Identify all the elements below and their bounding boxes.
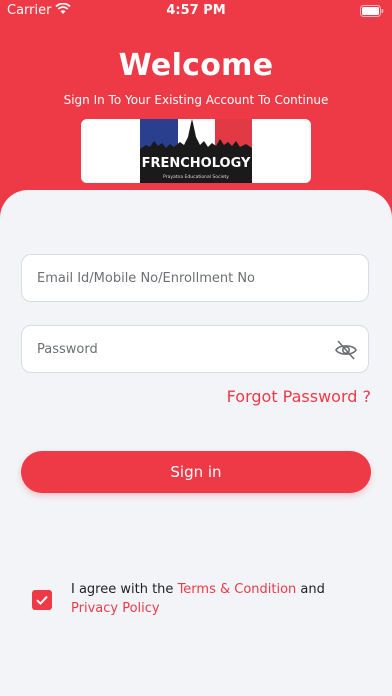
battery-icon <box>360 5 384 17</box>
password-input[interactable] <box>22 326 337 372</box>
agree-checkbox[interactable] <box>32 590 52 610</box>
email-input[interactable] <box>22 255 337 301</box>
frenchology-logo: FRENCHOLOGY Prayatna Educational Society <box>140 119 252 183</box>
agreement-prefix: I agree with the <box>71 582 178 597</box>
checkmark-icon <box>36 595 48 606</box>
eye-slash-icon[interactable] <box>334 338 358 362</box>
clock: 4:57 PM <box>166 3 226 18</box>
agreement-text: I agree with the Terms & Condition and P… <box>71 580 371 618</box>
signin-button[interactable]: Sign in <box>21 451 371 493</box>
logo-wordmark: FRENCHOLOGY <box>142 156 251 171</box>
privacy-link[interactable]: Privacy Policy <box>71 601 160 616</box>
password-field <box>21 325 369 373</box>
page-subtitle: Sign In To Your Existing Account To Cont… <box>63 93 329 107</box>
status-bar: Carrier 4:57 PM <box>0 0 392 22</box>
logo-card: FRENCHOLOGY Prayatna Educational Society <box>81 119 311 183</box>
email-field <box>21 254 369 302</box>
page-title: Welcome <box>118 48 274 83</box>
agreement-middle: and <box>296 582 325 597</box>
logo-tagline: Prayatna Educational Society <box>163 174 229 180</box>
forgot-password-link[interactable]: Forgot Password ? <box>227 387 371 406</box>
terms-link[interactable]: Terms & Condition <box>178 582 297 597</box>
